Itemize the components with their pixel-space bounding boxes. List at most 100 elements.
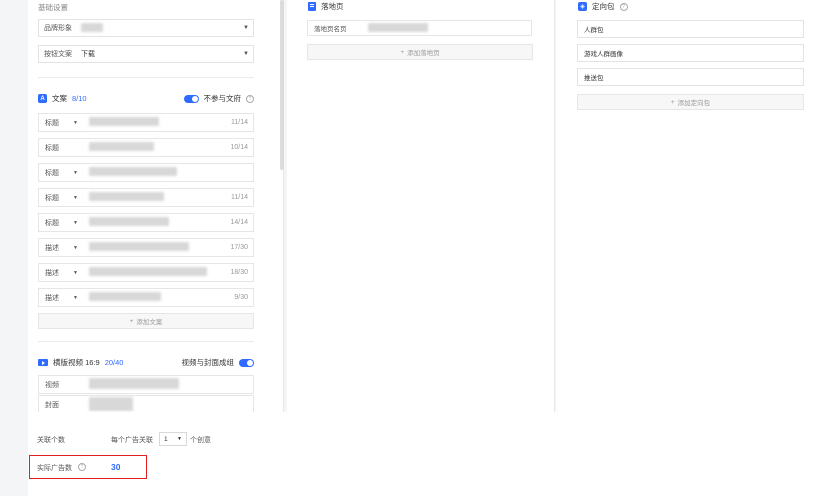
basic-settings-title: 基础设置 (38, 2, 68, 13)
targeting-header: ◈ 定向包 ? (578, 1, 628, 12)
add-landing-page-button[interactable]: + 添加落地页 (307, 44, 533, 60)
chevron-down-icon: ▼ (177, 436, 182, 442)
button-copy-label: 按钮文案 (44, 51, 72, 58)
copy-row[interactable]: 描述 ▼ 18/30 (38, 263, 254, 282)
copy-text (83, 117, 225, 128)
divider (38, 341, 254, 342)
bottom-settings: 关联个数 每个广告关联 1 ▼ 个创意 实际广告数 ? 30 (28, 412, 830, 496)
copy-section-title: 文案 (52, 94, 67, 103)
targeting-package-label: 游戏人群画像 (584, 51, 623, 58)
copy-row[interactable]: 描述 ▼ 17/30 (38, 238, 254, 257)
chevron-down-icon[interactable]: ▼ (73, 270, 83, 276)
copy-text (83, 217, 225, 228)
plus-icon: + (400, 48, 405, 56)
copy-char-count: 11/14 (231, 119, 248, 126)
targeting-title: 定向包 (592, 2, 615, 11)
copy-char-count: 10/14 (230, 144, 248, 151)
brand-image-label: 品牌形象 (44, 25, 72, 32)
video-section-header: 横版视频 16:9 20/40 视频与封面成组 (38, 357, 254, 368)
chevron-down-icon: ▼ (243, 25, 249, 31)
copy-char-count: 17/30 (230, 244, 248, 251)
copy-row[interactable]: 标题 ▼ (38, 163, 254, 182)
copy-row[interactable]: 标题 10/14 (38, 138, 254, 157)
actual-ad-count-label: 实际广告数 (37, 465, 72, 472)
targeting-package-item[interactable]: 人群包 (577, 20, 804, 38)
copy-row[interactable]: 标题 ▼ 11/14 (38, 188, 254, 207)
video-icon (38, 359, 48, 366)
landing-page-title: 落地页 (321, 2, 344, 11)
per-ad-count-select[interactable]: 1 ▼ (159, 432, 187, 446)
copy-section-header: A 文案 8/10 不参与文府 ? (38, 93, 254, 104)
targeting-package-item[interactable]: 推送包 (577, 68, 804, 86)
copy-row[interactable]: 标题 ▼ 11/14 (38, 113, 254, 132)
help-icon[interactable]: ? (78, 463, 86, 471)
landing-page-name: 落地页名页 (314, 26, 347, 33)
brand-image-select[interactable]: 品牌形象 ▼ (38, 19, 254, 37)
copy-type: 标题 (45, 169, 59, 177)
cover-thumbnail (89, 397, 133, 413)
add-copy-button[interactable]: + 添加文案 (38, 313, 254, 329)
add-targeting-label: 添加定向包 (677, 100, 711, 107)
chevron-down-icon[interactable]: ▼ (73, 120, 83, 126)
copy-char-count: 9/30 (234, 294, 248, 301)
copy-type: 标题 (45, 194, 59, 202)
copy-type: 标题 (45, 119, 59, 127)
copy-row[interactable]: 标题 ▼ 14/14 (38, 213, 254, 232)
per-ad-suffix: 个创意 (190, 437, 211, 444)
chevron-down-icon[interactable]: ▼ (73, 195, 83, 201)
landing-page-row[interactable]: 落地页名页 (307, 20, 532, 36)
add-targeting-button[interactable]: + 添加定向包 (577, 94, 804, 110)
cover-type-label: 封面 (45, 402, 59, 409)
copy-toggle[interactable] (183, 94, 199, 103)
copy-text (83, 242, 225, 253)
video-type-label: 视频 (45, 381, 59, 389)
creative-settings-column: 基础设置 品牌形象 ▼ 按钮文案 下载 ▼ A 文案 8/10 不参与文府 ? … (28, 0, 284, 414)
text-icon: A (38, 94, 47, 103)
copy-count: 8/10 (72, 94, 87, 103)
copy-char-count: 14/14 (230, 219, 248, 226)
copy-char-count: 18/30 (230, 269, 248, 276)
video-thumbnail (89, 378, 179, 391)
copy-toggle-label: 不参与文府 (203, 94, 242, 103)
copy-text (83, 192, 225, 203)
plus-icon: + (670, 98, 675, 106)
copy-type: 标题 (45, 144, 59, 152)
video-toggle[interactable] (239, 358, 254, 367)
page-icon (308, 2, 316, 11)
help-icon[interactable]: ? (246, 94, 254, 103)
help-icon[interactable]: ? (619, 2, 628, 11)
chevron-down-icon[interactable]: ▼ (73, 245, 83, 251)
brand-image-value (81, 22, 239, 34)
association-count-label: 关联个数 (37, 437, 65, 444)
plus-icon: + (129, 317, 134, 325)
copy-type: 描述 (45, 294, 59, 302)
scrollbar[interactable] (280, 0, 284, 170)
landing-page-value (368, 22, 428, 34)
per-ad-count-value: 1 (164, 435, 168, 443)
copy-text (83, 142, 225, 153)
copy-row[interactable]: 描述 ▼ 9/30 (38, 288, 254, 307)
video-toggle-label: 视频与封面成组 (181, 358, 235, 367)
chevron-down-icon[interactable]: ▼ (73, 220, 83, 226)
copy-type: 描述 (45, 244, 59, 252)
video-section-title: 横版视频 16:9 (53, 358, 100, 367)
chevron-down-icon[interactable]: ▼ (73, 170, 83, 176)
add-copy-label: 添加文案 (136, 319, 163, 326)
targeting-package-label: 人群包 (584, 27, 604, 34)
chevron-down-icon[interactable]: ▼ (73, 295, 83, 301)
button-copy-select[interactable]: 按钮文案 下载 ▼ (38, 45, 254, 63)
add-landing-page-label: 添加落地页 (407, 50, 440, 57)
targeting-package-item[interactable]: 游戏人群画像 (577, 44, 804, 62)
divider (38, 77, 254, 78)
landing-page-column: 落地页 落地页名页 + 添加落地页 (287, 0, 555, 412)
button-copy-value: 下载 (81, 51, 95, 58)
video-row[interactable]: 视频 (38, 375, 254, 394)
copy-type: 描述 (45, 269, 59, 277)
basic-settings-title-text: 基础设置 (38, 3, 68, 12)
targeting-column: ◈ 定向包 ? 人群包 游戏人群画像 推送包 + 添加定向包 (556, 0, 830, 412)
copy-text (83, 292, 225, 303)
actual-ad-count-value: 30 (111, 462, 121, 472)
landing-page-header: 落地页 (308, 1, 344, 12)
target-icon: ◈ (578, 2, 587, 11)
copy-char-count: 11/14 (231, 194, 248, 201)
